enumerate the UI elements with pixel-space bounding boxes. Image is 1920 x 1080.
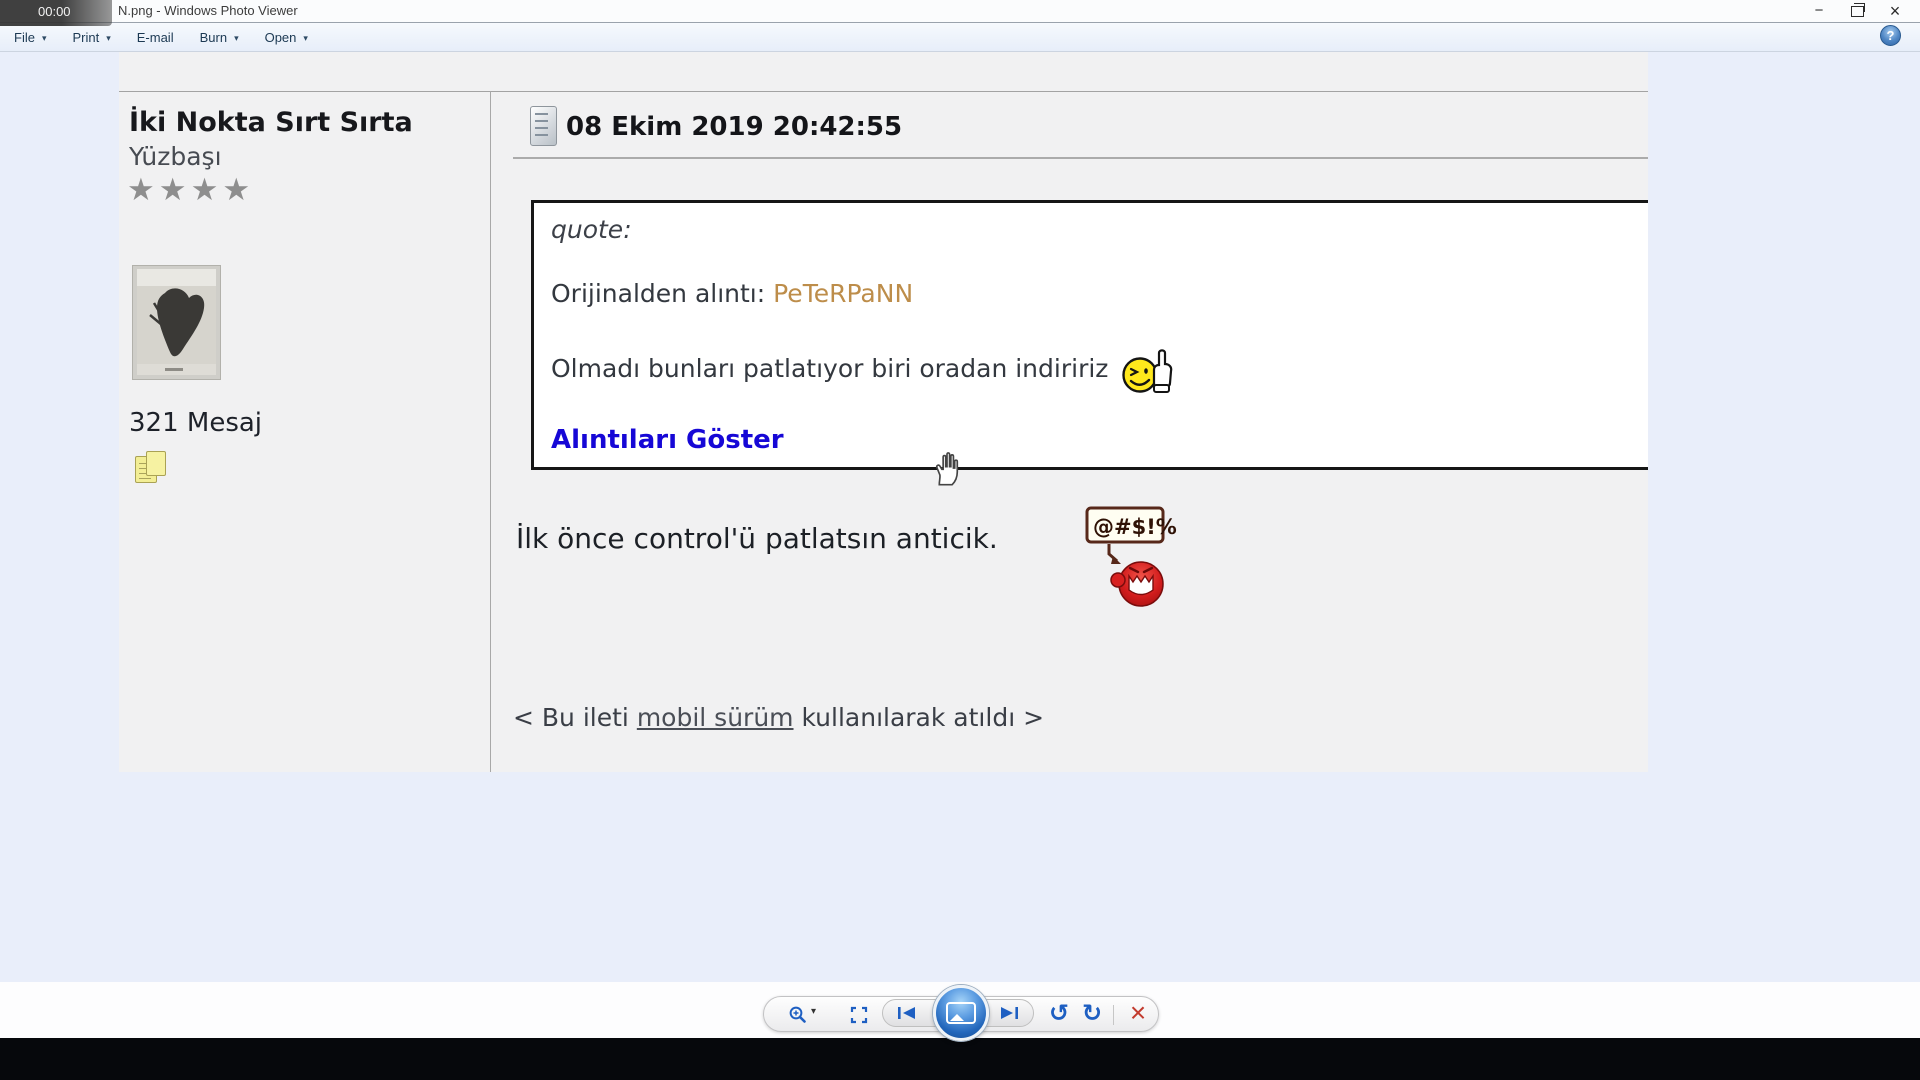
notes-icon — [135, 451, 169, 487]
quote-source-label: Orijinalden alıntı: — [551, 279, 773, 308]
delete-button[interactable]: × — [1126, 996, 1150, 1030]
menu-bar: File ▾ Print ▾ E-mail Burn ▾ Open ▾ — [0, 22, 1920, 52]
delete-icon: × — [1130, 997, 1146, 1028]
show-quotes-link: Alıntıları Göster — [551, 425, 784, 455]
rotate-ccw-icon: ↺ — [1049, 999, 1069, 1027]
next-button[interactable] — [997, 1006, 1019, 1020]
menu-print-label: Print — [72, 30, 99, 45]
chevron-down-icon: ▾ — [303, 33, 308, 44]
hand-cursor-icon — [931, 450, 963, 486]
video-timestamp-overlay: 00:00 — [0, 0, 112, 26]
menu-email[interactable]: E-mail — [137, 23, 174, 51]
menu-print[interactable]: Print ▾ — [72, 23, 110, 51]
close-icon: × — [1890, 1, 1901, 21]
letterbox-bar — [0, 1038, 1920, 1080]
user-avatar — [132, 265, 221, 380]
title-bar: N.png - Windows Photo Viewer — [0, 0, 1920, 22]
rank-stars-icon: ★★★★ — [127, 172, 254, 208]
sidebar-divider — [490, 91, 491, 772]
rotate-cw-icon: ↻ — [1082, 999, 1102, 1027]
fit-to-window-button[interactable] — [850, 1006, 868, 1024]
menu-file[interactable]: File ▾ — [14, 23, 46, 51]
thumbs-up-smiley-icon — [1120, 345, 1176, 397]
chevron-down-icon: ▾ — [234, 33, 239, 44]
chevron-down-icon: ▾ — [106, 33, 111, 44]
restore-button[interactable] — [1838, 0, 1876, 22]
mobile-version-link: mobil sürüm — [637, 703, 794, 732]
menu-open-label: Open — [265, 30, 297, 45]
forum-user-rank: Yüzbaşı — [129, 142, 222, 171]
quote-text: Olmadı bunları patlatıyor biri oradan in… — [551, 354, 1108, 383]
post-footer: < Bu ileti mobil sürüm kullanılarak atıl… — [513, 703, 1044, 732]
play-slideshow-button[interactable] — [933, 985, 989, 1041]
menu-burn[interactable]: Burn ▾ — [200, 23, 239, 51]
post-body: İlk önce control'ü patlatsın anticik. — [516, 522, 998, 555]
menu-open[interactable]: Open ▾ — [265, 23, 308, 51]
forum-top-divider — [119, 91, 1648, 92]
quote-text-row: Olmadı bunları patlatıyor biri oradan in… — [551, 339, 1176, 397]
minimize-button[interactable]: − — [1800, 0, 1838, 22]
post-date: 08 Ekim 2019 20:42:55 — [566, 112, 902, 142]
zoom-button[interactable] — [788, 1005, 808, 1025]
rotate-clockwise-button[interactable]: ↻ — [1080, 999, 1104, 1027]
quote-label: quote: — [551, 215, 632, 244]
footer-suffix: kullanılarak atıldı > — [794, 703, 1045, 732]
forum-username: İki Nokta Sırt Sırta — [129, 107, 413, 138]
window-title: N.png - Windows Photo Viewer — [118, 0, 298, 22]
post-note-icon — [530, 106, 557, 146]
slideshow-icon — [946, 1002, 976, 1024]
swearing-smiley-icon: @#$!% — [1085, 504, 1181, 658]
menu-email-label: E-mail — [137, 30, 174, 45]
close-button[interactable]: × — [1876, 0, 1914, 22]
displayed-photo-forum-post: İki Nokta Sırt Sırta Yüzbaşı ★★★★ 321 Me… — [119, 52, 1648, 772]
footer-prefix: < Bu ileti — [513, 703, 637, 732]
note-page-icon — [146, 451, 166, 476]
quote-author: PeTeRPaNN — [773, 279, 913, 308]
zoom-dropdown-arrow[interactable]: ▾ — [811, 1006, 816, 1017]
viewer-background: İki Nokta Sırt Sırta Yüzbaşı ★★★★ 321 Me… — [0, 52, 1920, 982]
restore-icon — [1851, 6, 1864, 17]
quote-source: Orijinalden alıntı: PeTeRPaNN — [551, 279, 913, 308]
menu-file-label: File — [14, 30, 35, 45]
minimize-icon: − — [1815, 1, 1824, 21]
message-count: 321 Mesaj — [129, 408, 262, 438]
chevron-down-icon: ▾ — [42, 33, 47, 44]
window-controls: − × — [1800, 0, 1914, 22]
quote-box: quote: Orijinalden alıntı: PeTeRPaNN Olm… — [531, 200, 1648, 470]
toolbar-divider — [1113, 1005, 1114, 1025]
rotate-counterclockwise-button[interactable]: ↺ — [1047, 999, 1071, 1027]
previous-button[interactable] — [897, 1006, 919, 1020]
post-header-divider — [513, 157, 1648, 159]
menu-burn-label: Burn — [200, 30, 227, 45]
help-button[interactable]: ? — [1880, 25, 1901, 46]
swear-bubble-text: @#$!% — [1093, 515, 1177, 539]
help-icon: ? — [1887, 28, 1895, 43]
